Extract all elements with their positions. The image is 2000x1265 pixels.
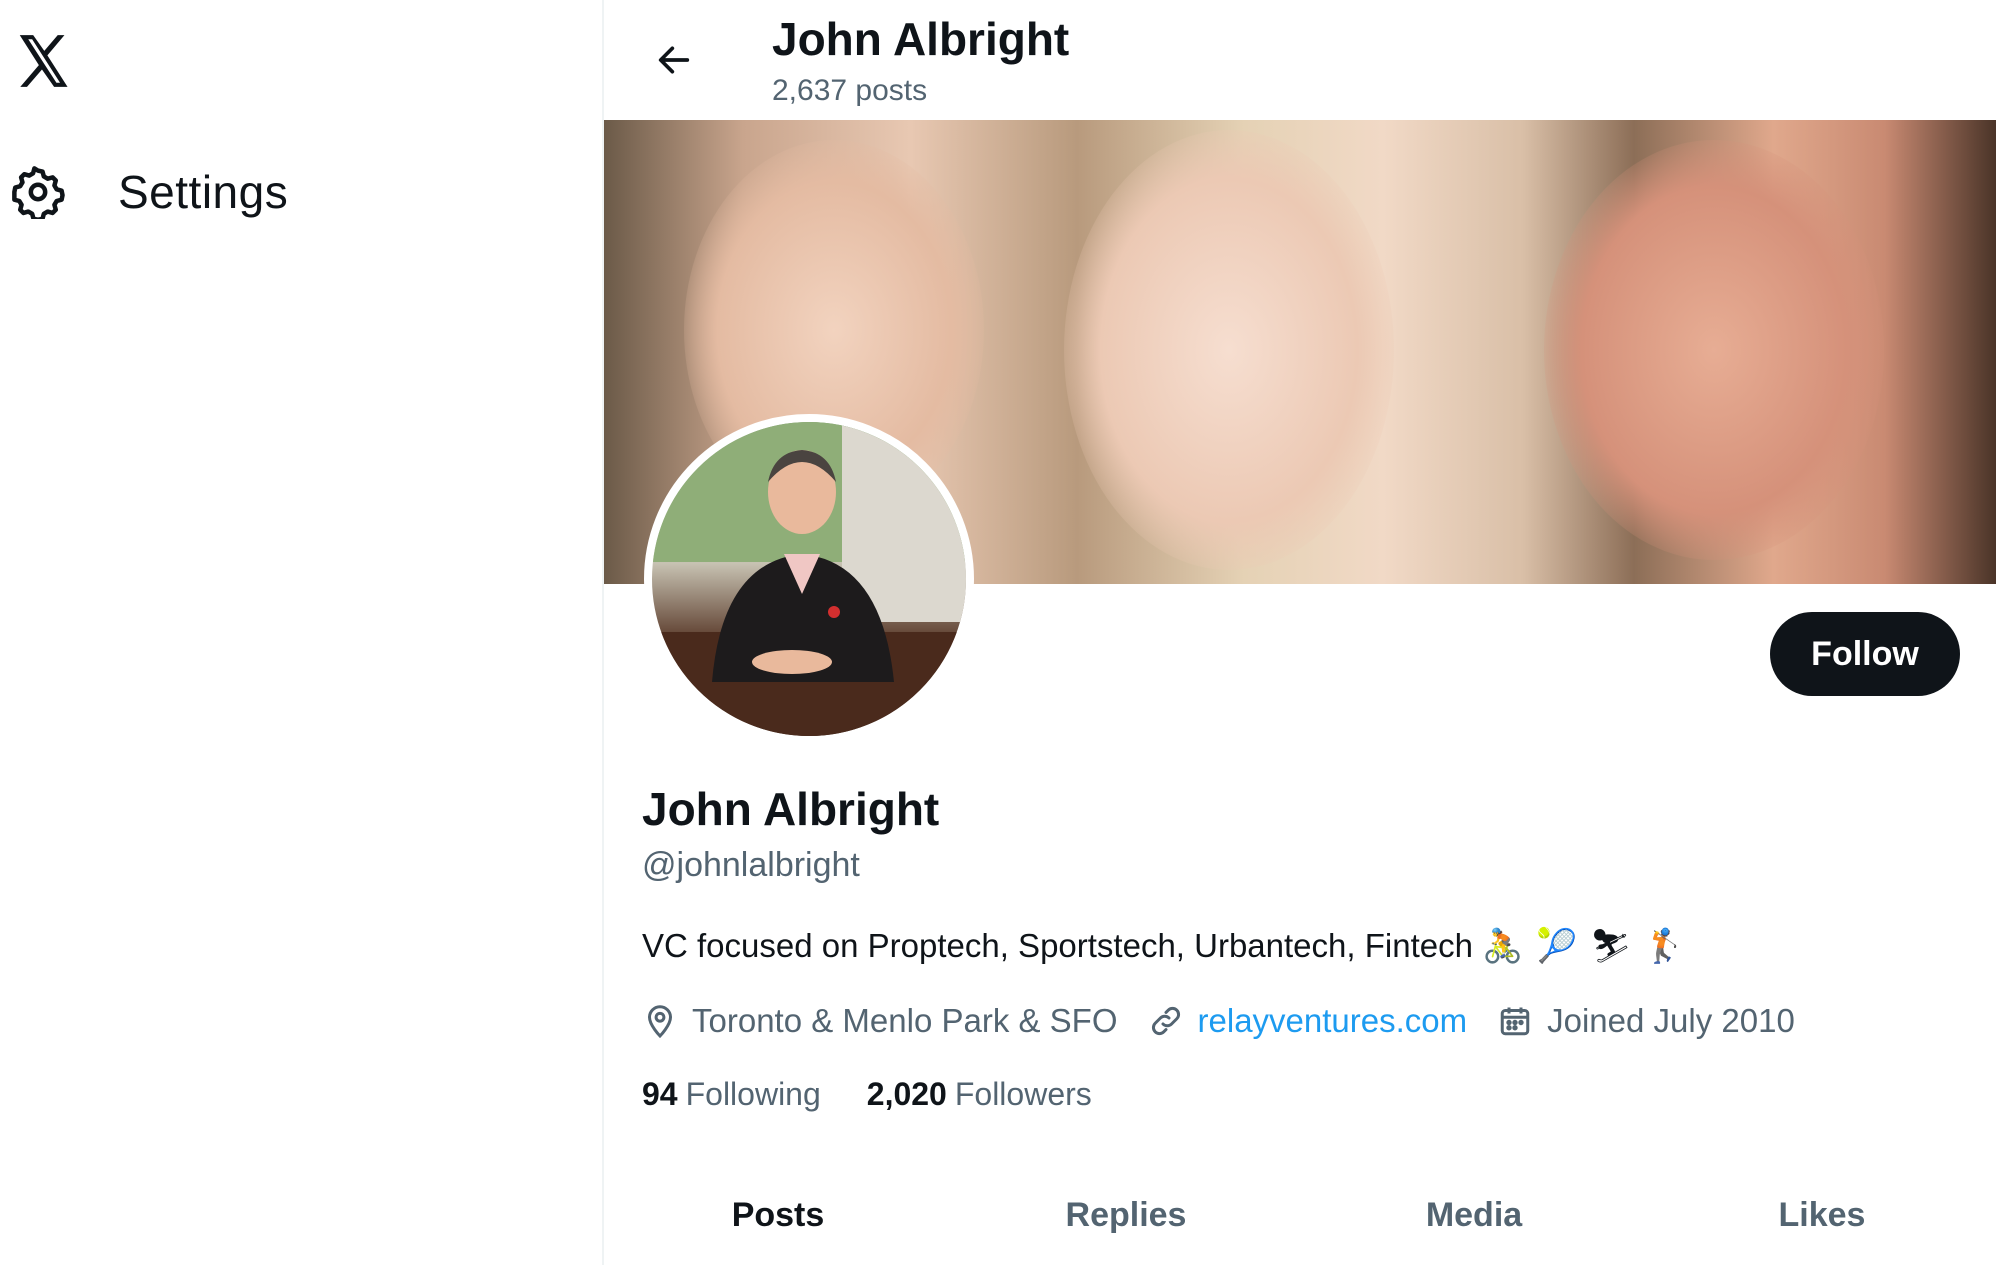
back-button[interactable] [644,32,704,92]
joined-text: Joined July 2010 [1547,1002,1795,1039]
bio-emojis: 🚴 🎾 ⛷ 🏌 [1482,926,1686,966]
header-profile-name: John Albright [772,13,1070,65]
settings-nav-item[interactable]: Settings [10,160,288,224]
following-label: Following [685,1076,821,1112]
location-text: Toronto & Menlo Park & SFO [692,1002,1118,1039]
header-post-count: 2,637 posts [772,74,928,107]
link-icon [1148,1003,1184,1039]
tab-posts[interactable]: Posts [604,1180,952,1265]
gear-icon [10,164,66,220]
profile-meta: Toronto & Menlo Park & SFO relayventures… [642,1002,1825,1040]
website-link[interactable]: relayventures.com [1198,1002,1468,1040]
banner-face-right [1544,140,1884,560]
follow-button[interactable]: Follow [1770,612,1960,696]
settings-label: Settings [118,166,289,218]
followers-stat[interactable]: 2,020 Followers [867,1076,1092,1113]
profile-name: John Albright [642,783,940,835]
banner-face-center [1064,130,1394,570]
golfer-emoji: 🏌 [1644,926,1686,964]
arrow-left-icon [654,40,694,85]
profile-bio: VC focused on Proptech, Sportstech, Urba… [642,926,1686,966]
followers-label: Followers [954,1076,1092,1112]
tab-replies[interactable]: Replies [952,1180,1300,1265]
x-logo-icon[interactable] [12,30,74,92]
calendar-icon [1497,1003,1533,1039]
followers-count: 2,020 [866,1076,947,1112]
profile-header-bar: John Albright 2,637 posts [604,0,2000,120]
tab-media[interactable]: Media [1300,1180,1648,1265]
profile-tabs: Posts Replies Media Likes [604,1180,1996,1265]
cyclist-emoji: 🚴 [1482,926,1524,964]
profile-column: John Albright 2,637 posts Follow John Al… [604,0,2000,1265]
following-stat[interactable]: 94 Following [642,1076,821,1113]
bio-text: VC focused on Proptech, Sportstech, Urba… [642,927,1473,964]
tab-likes[interactable]: Likes [1648,1180,1996,1265]
profile-website[interactable]: relayventures.com [1148,1002,1468,1040]
location-pin-icon [642,1003,678,1039]
tennis-ball-emoji: 🎾 [1536,926,1578,964]
following-count: 94 [642,1076,678,1112]
profile-location: Toronto & Menlo Park & SFO [642,1002,1118,1040]
profile-stats: 94 Following 2,020 Followers [642,1076,1138,1113]
profile-handle: @johnlalbright [642,846,860,884]
profile-avatar[interactable] [644,414,974,744]
profile-joined: Joined July 2010 [1497,1002,1795,1040]
skier-emoji: ⛷ [1590,926,1632,964]
left-nav: Settings [0,0,604,1265]
